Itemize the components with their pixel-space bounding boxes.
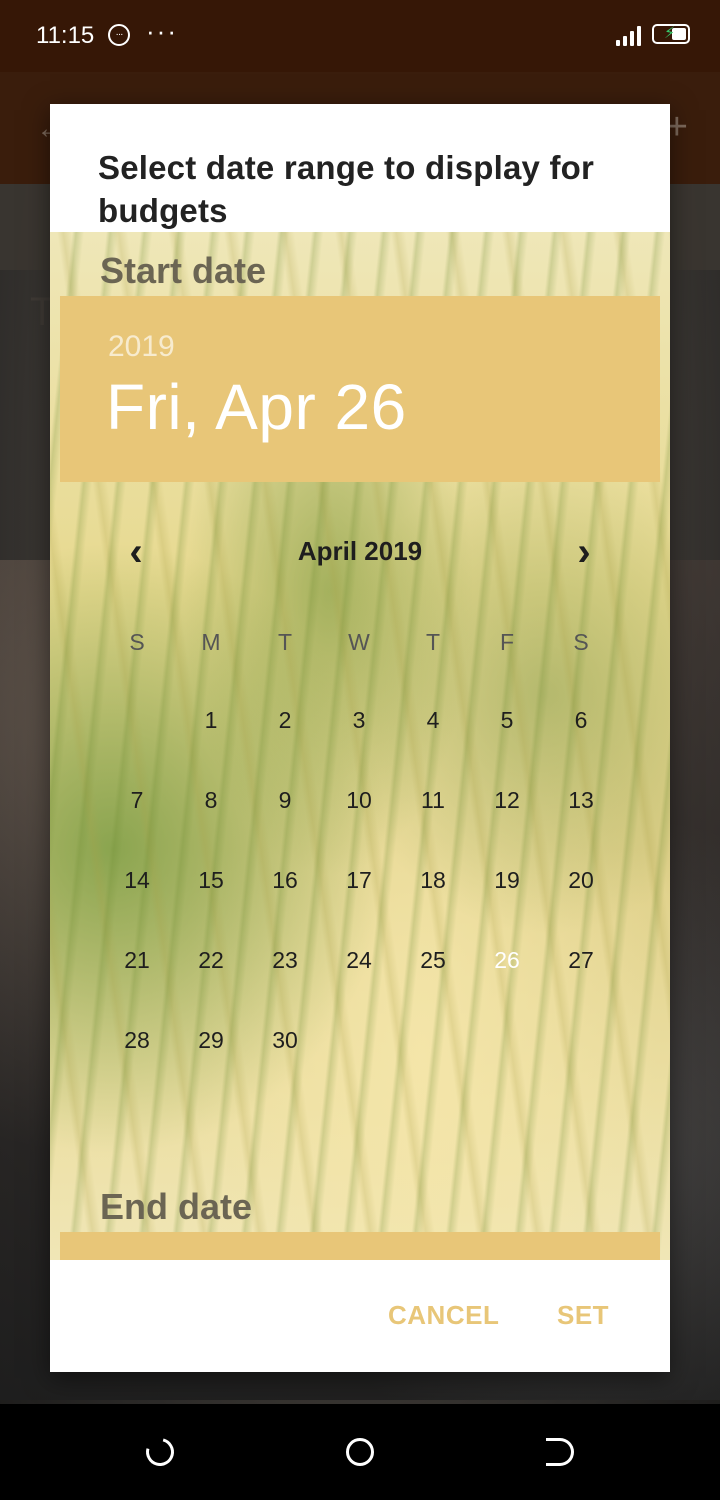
dialog-body[interactable]: Start date 2019 Fri, Apr 26 ‹ April 2019… [50,232,670,1260]
weekday-label: T [277,629,293,655]
end-date-label: End date [100,1186,253,1227]
start-date-header: 2019 Fri, Apr 26 [60,296,660,482]
set-button[interactable]: SET [557,1300,609,1331]
next-month-icon[interactable]: › [554,522,614,582]
calendar-day[interactable]: 1 [174,680,248,760]
weekday-label: W [348,629,370,655]
status-time: 11:15 [36,22,95,49]
more-notifications-icon: ··· [146,16,178,46]
weekday-label: S [129,629,145,655]
calendar-day[interactable]: 5 [470,680,544,760]
back-icon[interactable] [546,1438,574,1466]
calendar-day[interactable]: 29 [174,1000,248,1080]
signal-strength-icon [616,26,642,46]
calendar-day[interactable]: 14 [100,840,174,920]
weekday-label: F [499,629,515,655]
calendar-day[interactable]: 9 [248,760,322,840]
calendar-day[interactable]: 3 [322,680,396,760]
system-navigation-bar [0,1404,720,1500]
calendar-day[interactable]: 22 [174,920,248,1000]
calendar-day[interactable]: 16 [248,840,322,920]
header-year[interactable]: 2019 [108,330,175,364]
calendar-day[interactable]: 25 [396,920,470,1000]
calendar-week-row: 14 15 16 17 18 19 20 [100,840,618,920]
calendar-day[interactable]: 15 [174,840,248,920]
calendar-day[interactable]: 20 [544,840,618,920]
calendar-day[interactable]: 24 [322,920,396,1000]
dialog-title: Select date range to display for budgets [98,149,595,229]
header-selected-date[interactable]: Fri, Apr 26 [106,370,407,444]
calendar-day[interactable]: 27 [544,920,618,1000]
calendar-day[interactable]: 21 [100,920,174,1000]
calendar-week-row: 28 29 30 [100,1000,618,1080]
month-navigation: ‹ April 2019 › [50,512,670,592]
calendar-day[interactable]: 18 [396,840,470,920]
calendar-day[interactable]: 6 [544,680,618,760]
weekday-label: M [201,629,221,655]
calendar-day[interactable]: 23 [248,920,322,1000]
calendar-day[interactable]: 4 [396,680,470,760]
dialog-actions: CANCEL SET [50,1260,670,1372]
weekday-header: S M T W T F S [100,602,618,682]
calendar-week-row: 1 2 3 4 5 6 [100,680,618,760]
start-date-label: Start date [100,250,267,291]
date-range-dialog: Select date range to display for budgets… [50,104,670,1372]
message-notification-icon: ··· [108,24,130,46]
calendar-day[interactable]: 28 [100,1000,174,1080]
calendar-week-row: 21 22 23 24 25 26 27 [100,920,618,1000]
weekday-label: T [425,629,441,655]
selected-day-label: 26 [494,947,520,973]
status-bar: 11:15 ··· ··· ⚡ [0,0,720,72]
calendar-day[interactable]: 11 [396,760,470,840]
weekday-label: S [573,629,589,655]
calendar-day[interactable]: 7 [100,760,174,840]
calendar-day[interactable]: 10 [322,760,396,840]
home-icon[interactable] [346,1438,374,1466]
calendar-day[interactable]: 30 [248,1000,322,1080]
calendar-day[interactable]: 17 [322,840,396,920]
calendar-week-row: 7 8 9 10 11 12 13 [100,760,618,840]
calendar-day[interactable]: 13 [544,760,618,840]
calendar-day[interactable]: 2 [248,680,322,760]
recent-apps-icon[interactable] [140,1432,180,1472]
calendar-day-selected[interactable]: 26 [467,920,547,1000]
calendar-day[interactable]: 12 [470,760,544,840]
calendar-day[interactable]: 8 [174,760,248,840]
calendar-day[interactable]: 19 [470,840,544,920]
battery-charging-icon: ⚡ [652,24,690,44]
end-date-header [60,1232,660,1260]
cancel-button[interactable]: CANCEL [388,1300,499,1331]
